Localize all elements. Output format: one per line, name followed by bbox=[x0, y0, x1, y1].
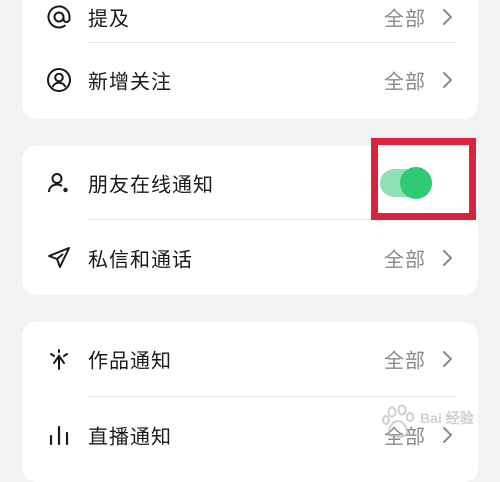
chevron-right-icon bbox=[443, 427, 452, 443]
paper-plane-icon bbox=[44, 243, 74, 273]
row-label: 直播通知 bbox=[88, 424, 172, 449]
row-label: 提及 bbox=[88, 6, 130, 31]
at-icon bbox=[44, 2, 74, 32]
chevron-right-icon bbox=[443, 351, 452, 367]
sparkle-icon bbox=[44, 344, 74, 374]
row-value: 全部 bbox=[384, 6, 426, 31]
notification-group-3: 作品通知 全部 直播通知 全部 bbox=[22, 322, 478, 482]
row-live-notification[interactable]: 直播通知 全部 bbox=[22, 398, 478, 472]
notification-group-1: 提及 全部 新增关注 全部 bbox=[22, 0, 478, 119]
user-circle-icon bbox=[44, 65, 74, 95]
highlight-box bbox=[371, 138, 476, 220]
row-value: 全部 bbox=[384, 69, 426, 94]
row-value: 全部 bbox=[384, 247, 426, 272]
row-new-followers[interactable]: 新增关注 全部 bbox=[22, 43, 478, 117]
chevron-right-icon bbox=[443, 9, 452, 25]
row-value: 全部 bbox=[384, 424, 426, 449]
divider bbox=[88, 396, 456, 397]
chevron-right-icon bbox=[443, 72, 452, 88]
row-value: 全部 bbox=[384, 348, 426, 373]
row-label: 作品通知 bbox=[88, 348, 172, 373]
row-direct-messages[interactable]: 私信和通话 全部 bbox=[22, 221, 478, 295]
row-label: 私信和通话 bbox=[88, 247, 193, 272]
bar-chart-icon bbox=[44, 420, 74, 450]
chevron-right-icon bbox=[443, 250, 452, 266]
row-label: 新增关注 bbox=[88, 69, 172, 94]
user-online-icon bbox=[44, 168, 74, 198]
row-works-notification[interactable]: 作品通知 全部 bbox=[22, 322, 478, 396]
row-label: 朋友在线通知 bbox=[88, 172, 214, 197]
